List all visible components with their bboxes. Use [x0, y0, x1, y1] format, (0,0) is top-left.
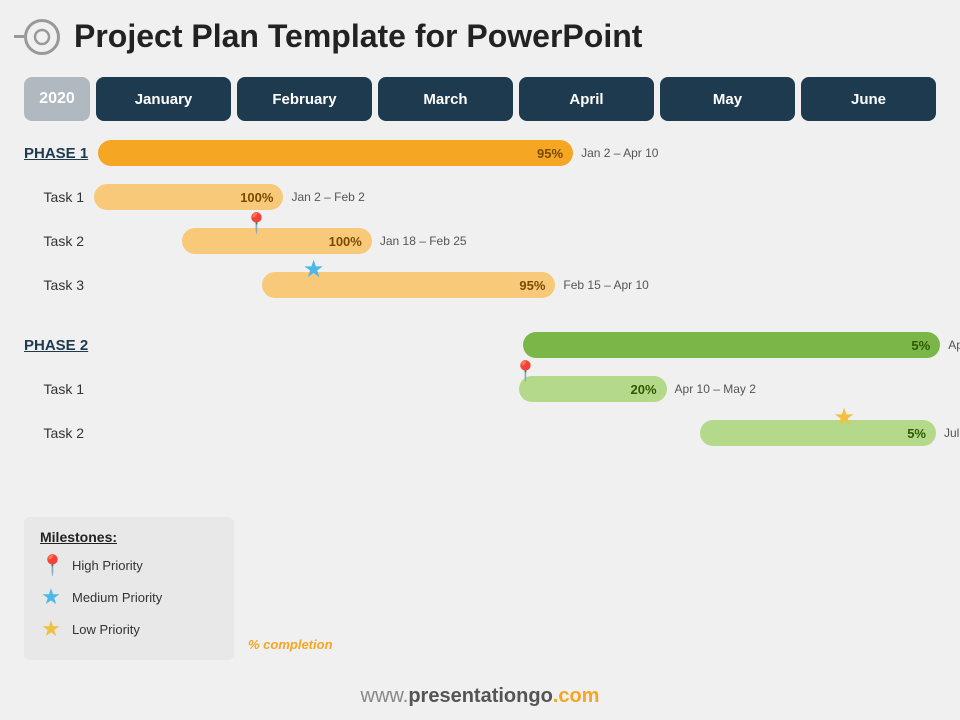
legend-medium-label: Medium Priority — [72, 590, 162, 605]
month-january: January — [96, 77, 231, 121]
phase-dates-2: Apr 10 – Jun 10 — [948, 338, 960, 352]
milestone-icon-p1-t3: ★ — [303, 255, 325, 284]
legend-low-priority: ★ Low Priority — [40, 616, 218, 642]
footer-tld: .com — [553, 685, 600, 707]
task-bar-container-p2-t2: 5%Jul 20 – Jun 10★ — [94, 411, 936, 455]
task-bar-container-p2-t1: 20%Apr 10 – May 2📍 — [94, 367, 936, 411]
task-bar-container-p1-t1: 100% Jan 2 – Feb 2 — [94, 175, 936, 219]
task-row-p1-t1: Task 1100% Jan 2 – Feb 2 — [24, 175, 936, 219]
task-bar-p2-t2: 5% — [700, 420, 936, 446]
task-dates-p1-t2: Jan 18 – Feb 25 — [380, 234, 467, 248]
task-label-p1-t3: Task 3 — [24, 277, 94, 293]
header: Project Plan Template for PowerPoint — [0, 0, 960, 65]
month-june: June — [801, 77, 936, 121]
phase-bar-1: 95% — [98, 140, 573, 166]
task-row-p1-t2: Task 2100%Jan 18 – Feb 25📍 — [24, 219, 936, 263]
phase-row-2: PHASE 25%Apr 10 – Jun 10 — [24, 323, 936, 367]
task-dates-p1-t3: Feb 15 – Apr 10 — [563, 278, 648, 292]
phase-bar-container-1: 95% Jan 2 – Apr 10 — [98, 131, 936, 175]
footer-brand: presentationgo — [408, 685, 552, 707]
task-bar-p1-t2: 100% — [182, 228, 371, 254]
medium-priority-icon: ★ — [40, 584, 62, 610]
phase-label-1: PHASE 1 — [24, 145, 98, 162]
task-row-p2-t1: Task 120%Apr 10 – May 2📍 — [24, 367, 936, 411]
task-bar-p2-t1: 20% — [519, 376, 666, 402]
milestone-icon-p1-t2: 📍 — [244, 211, 269, 236]
task-row-p2-t2: Task 25%Jul 20 – Jun 10★ — [24, 411, 936, 455]
phase-bar-2: 5% — [523, 332, 940, 358]
task-dates-p2-t1: Apr 10 – May 2 — [675, 382, 756, 396]
legend-high-label: High Priority — [72, 558, 143, 573]
month-february: February — [237, 77, 372, 121]
low-priority-icon: ★ — [40, 616, 62, 642]
task-label-p2-t1: Task 1 — [24, 381, 94, 397]
phase-label-2: PHASE 2 — [24, 337, 98, 354]
month-may: May — [660, 77, 795, 121]
milestone-icon-p2-t1: 📍 — [513, 359, 538, 384]
month-march: March — [378, 77, 513, 121]
month-april: April — [519, 77, 654, 121]
gantt-area: PHASE 195%Jan 2 – Apr 10Task 1100%Jan 2 … — [0, 131, 960, 455]
task-row-p1-t3: Task 395%Feb 15 – Apr 10★ — [24, 263, 936, 307]
header-icon — [24, 19, 60, 55]
phase-row-1: PHASE 195% Jan 2 – Apr 10 — [24, 131, 936, 175]
page-title: Project Plan Template for PowerPoint — [74, 18, 642, 55]
task-label-p1-t1: Task 1 — [24, 189, 94, 205]
task-bar-container-p1-t3: 95%Feb 15 – Apr 10★ — [94, 263, 936, 307]
legend-medium-priority: ★ Medium Priority — [40, 584, 218, 610]
footer: www.presentationgo.com — [0, 685, 960, 708]
year-cell: 2020 — [24, 77, 90, 121]
legend-high-priority: 📍 High Priority — [40, 553, 218, 578]
task-dates-p1-t1: Jan 2 – Feb 2 — [291, 190, 364, 204]
legend-low-label: Low Priority — [72, 622, 140, 637]
milestone-icon-p2-t2: ★ — [833, 403, 855, 432]
timeline-header: 2020 January February March April May Ju… — [0, 77, 960, 121]
high-priority-icon: 📍 — [40, 553, 62, 578]
legend-title: Milestones: — [40, 529, 218, 545]
task-dates-p2-t2: Jul 20 – Jun 10 — [944, 426, 960, 440]
percent-note: % completion — [248, 637, 333, 652]
legend-box: Milestones: 📍 High Priority ★ Medium Pri… — [24, 517, 234, 660]
task-bar-container-p1-t2: 100%Jan 18 – Feb 25📍 — [94, 219, 936, 263]
task-bar-p1-t1: 100% — [94, 184, 283, 210]
task-label-p2-t2: Task 2 — [24, 425, 94, 441]
task-label-p1-t2: Task 2 — [24, 233, 94, 249]
phase-dates-1: Jan 2 – Apr 10 — [581, 146, 658, 160]
